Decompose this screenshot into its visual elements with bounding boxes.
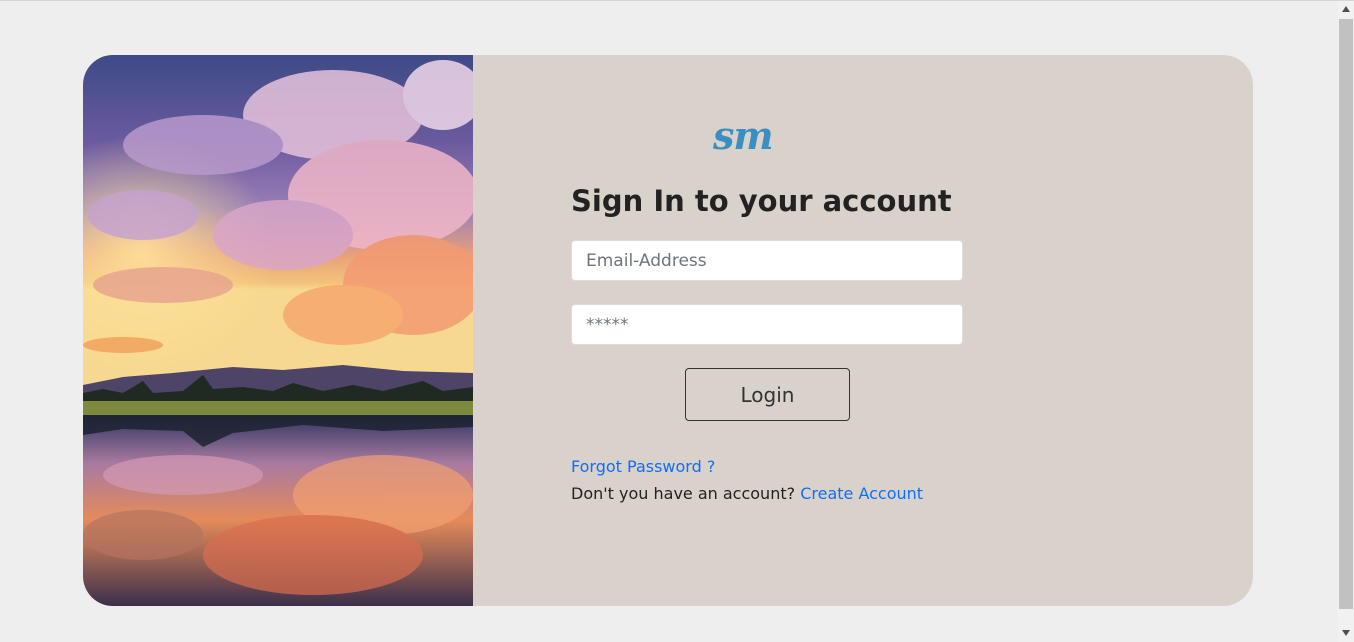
scroll-up-icon[interactable]: [1338, 1, 1354, 18]
sunset-lake-photo: [83, 55, 473, 606]
scrollbar-thumb[interactable]: [1339, 19, 1353, 609]
brand-logo: sm: [713, 113, 774, 158]
forgot-password-link[interactable]: Forgot Password ?: [571, 457, 715, 476]
window-top-border: [0, 0, 1354, 1]
sign-in-form: sm Sign In to your account Login Forgot …: [473, 55, 1253, 606]
password-field[interactable]: [571, 304, 963, 345]
signup-prompt: Don't you have an account? Create Accoun…: [571, 484, 923, 503]
page-title: Sign In to your account: [571, 184, 952, 218]
email-field[interactable]: [571, 240, 963, 281]
login-card: sm Sign In to your account Login Forgot …: [83, 55, 1253, 606]
login-button[interactable]: Login: [685, 368, 850, 421]
no-account-text: Don't you have an account?: [571, 484, 796, 503]
vertical-scrollbar[interactable]: [1338, 1, 1354, 642]
scroll-down-icon[interactable]: [1338, 625, 1354, 642]
create-account-link[interactable]: Create Account: [800, 484, 923, 503]
